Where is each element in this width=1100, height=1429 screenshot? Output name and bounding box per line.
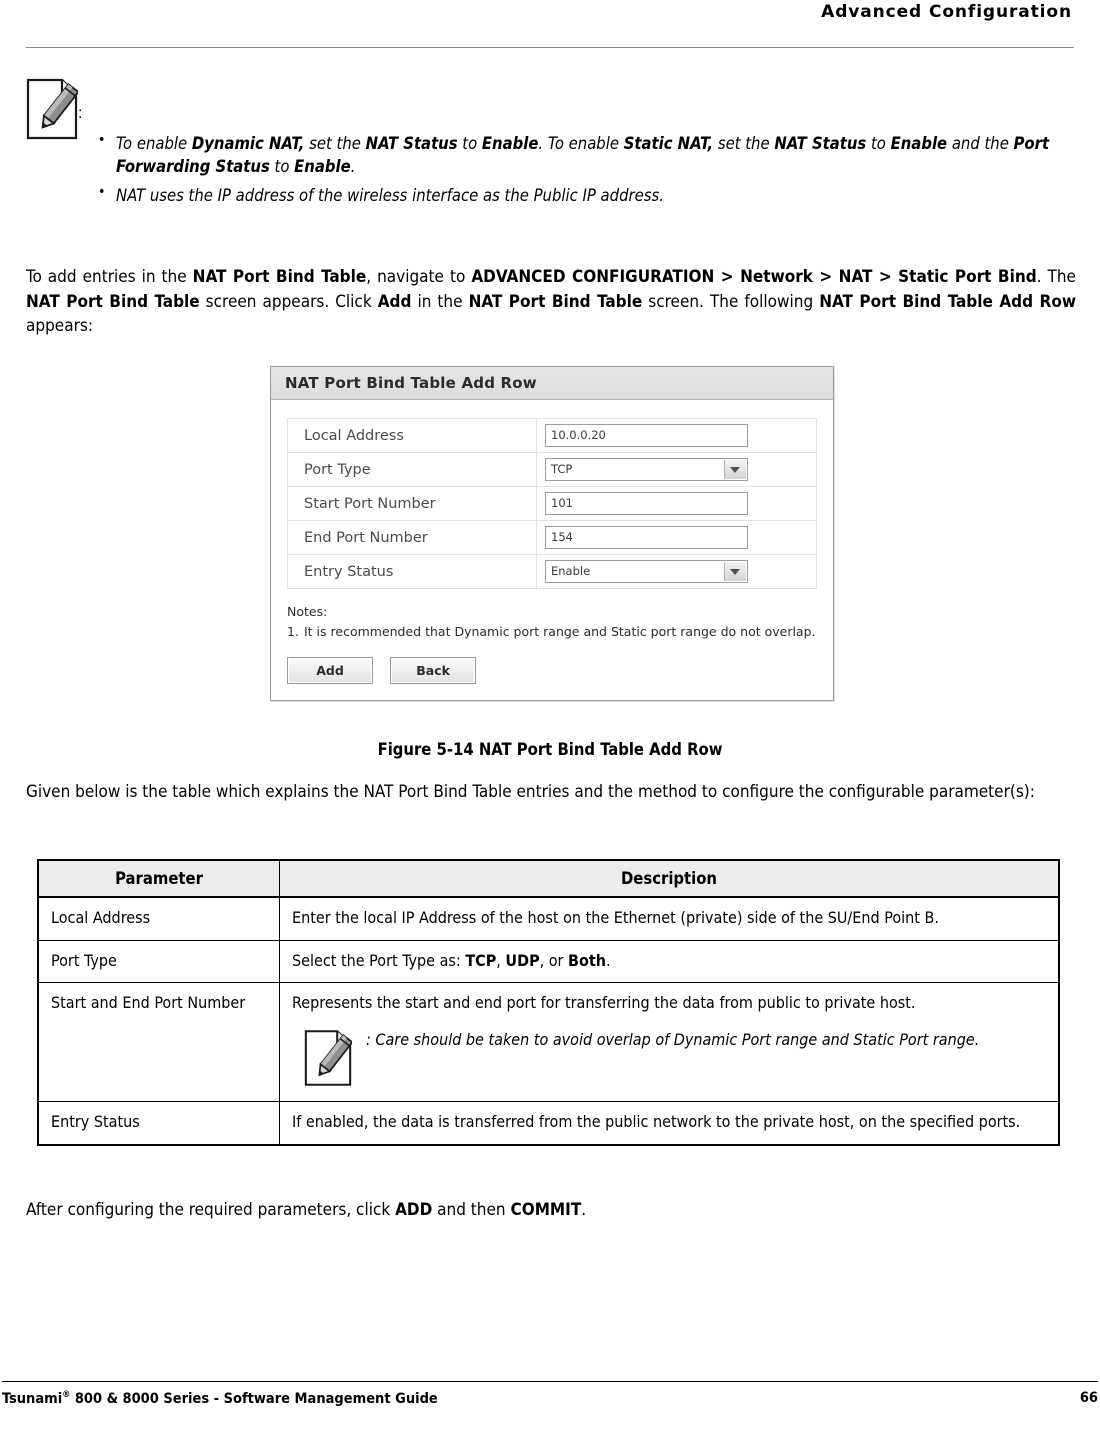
screenshot-form-table: Local Address 10.0.0.20 Port Type TCP St…: [287, 418, 817, 589]
table-row: Local Address Enter the local IP Address…: [37, 896, 1060, 941]
form-row-entry-status: Entry Status Enable: [287, 554, 817, 589]
running-header: Advanced Configuration: [0, 0, 1100, 48]
screenshot-body: Local Address 10.0.0.20 Port Type TCP St…: [271, 400, 833, 700]
form-row-port-type: Port Type TCP: [287, 452, 817, 487]
field-cell-end-port: 154: [537, 521, 817, 555]
cell-description: Represents the start and end port for tr…: [279, 982, 1060, 1103]
table-header-row: Parameter Description: [37, 859, 1060, 898]
screenshot-note-text: It is recommended that Dynamic port rang…: [304, 624, 816, 640]
cell-description: Enter the local IP Address of the host o…: [279, 896, 1060, 941]
note-bullet-item: NAT uses the IP address of the wireless …: [88, 183, 1074, 207]
port-type-select[interactable]: TCP: [545, 458, 748, 481]
entry-status-select[interactable]: Enable: [545, 560, 748, 583]
field-cell-port-type: TCP: [537, 453, 817, 487]
field-label-port-type: Port Type: [287, 452, 537, 487]
form-row-local-address: Local Address 10.0.0.20: [287, 418, 817, 453]
chevron-down-icon[interactable]: [724, 562, 746, 581]
figure-nat-port-bind-add-row: NAT Port Bind Table Add Row Local Addres…: [270, 366, 834, 702]
footer-guide-title: Tsunami® 800 & 8000 Series - Software Ma…: [2, 1390, 438, 1407]
start-port-number-input[interactable]: 101: [545, 492, 748, 515]
after-configuring-paragraph: After configuring the required parameter…: [26, 1200, 587, 1220]
column-header-description: Description: [279, 859, 1060, 898]
field-cell-start-port: 101: [537, 487, 817, 521]
cell-description: If enabled, the data is transferred from…: [279, 1101, 1060, 1146]
field-label-entry-status: Entry Status: [287, 554, 537, 589]
screenshot-button-bar: Add Back: [287, 657, 817, 685]
field-label-local-address: Local Address: [287, 418, 537, 453]
page-header-title: Advanced Configuration: [821, 2, 1072, 22]
header-divider: [26, 47, 1074, 48]
footer-page-number: 66: [1079, 1390, 1098, 1406]
note-bullet-item: To enable Dynamic NAT, set the NAT Statu…: [88, 131, 1074, 179]
footer-pre: Tsunami: [2, 1390, 63, 1407]
table-row: Port Type Select the Port Type as: TCP, …: [37, 939, 1060, 984]
footer-divider: [2, 1381, 1098, 1382]
form-row-start-port: Start Port Number 101: [287, 486, 817, 521]
cell-description: Select the Port Type as: TCP, UDP, or Bo…: [279, 939, 1060, 984]
column-header-parameter: Parameter: [37, 859, 280, 898]
note-pencil-icon: [26, 78, 80, 140]
given-below-paragraph: Given below is the table which explains …: [26, 782, 1035, 802]
document-page: Advanced Configuration : To enable Dynam…: [0, 0, 1100, 1429]
form-row-end-port: End Port Number 154: [287, 520, 817, 555]
figure-caption: Figure 5-14 NAT Port Bind Table Add Row: [377, 740, 723, 759]
note-pencil-icon: [304, 1029, 354, 1087]
cell-parameter: Port Type: [37, 939, 280, 984]
add-button[interactable]: Add: [287, 657, 373, 685]
footer-post: 800 & 8000 Series - Software Management …: [70, 1390, 438, 1407]
note-bullet-list: To enable Dynamic NAT, set the NAT Statu…: [88, 131, 1074, 212]
cell-parameter: Start and End Port Number: [37, 982, 280, 1103]
field-cell-entry-status: Enable: [537, 555, 817, 589]
cell-description-text: Represents the start and end port for tr…: [292, 993, 916, 1013]
screenshot-note-number: 1.: [287, 624, 299, 640]
screenshot-notes: Notes: 1. It is recommended that Dynamic…: [287, 603, 817, 641]
app-screenshot: NAT Port Bind Table Add Row Local Addres…: [270, 366, 834, 702]
field-label-end-port-number: End Port Number: [287, 520, 537, 555]
screenshot-notes-title: Notes:: [287, 604, 328, 619]
field-cell-local-address: 10.0.0.20: [537, 419, 817, 453]
chevron-down-icon[interactable]: [724, 460, 746, 479]
note-colon: :: [78, 105, 83, 122]
screenshot-note-item: 1. It is recommended that Dynamic port r…: [287, 623, 817, 641]
screenshot-title-bar: NAT Port Bind Table Add Row: [271, 367, 833, 400]
local-address-input[interactable]: 10.0.0.20: [545, 424, 748, 447]
port-type-value: TCP: [551, 462, 573, 476]
cell-parameter: Local Address: [37, 896, 280, 941]
cell-parameter: Entry Status: [37, 1101, 280, 1146]
field-label-start-port-number: Start Port Number: [287, 486, 537, 521]
inline-note-text: : Care should be taken to avoid overlap …: [366, 1030, 980, 1050]
parameter-description-table: Parameter Description Local Address Ente…: [37, 859, 1060, 1146]
intro-paragraph: To add entries in the NAT Port Bind Tabl…: [26, 267, 1076, 337]
table-row: Entry Status If enabled, the data is tra…: [37, 1101, 1060, 1146]
inline-note-callout: : Care should be taken to avoid overlap …: [292, 1029, 1048, 1091]
end-port-number-input[interactable]: 154: [545, 526, 748, 549]
entry-status-value: Enable: [551, 564, 591, 578]
table-row: Start and End Port Number Represents the…: [37, 982, 1060, 1103]
back-button[interactable]: Back: [390, 657, 477, 685]
